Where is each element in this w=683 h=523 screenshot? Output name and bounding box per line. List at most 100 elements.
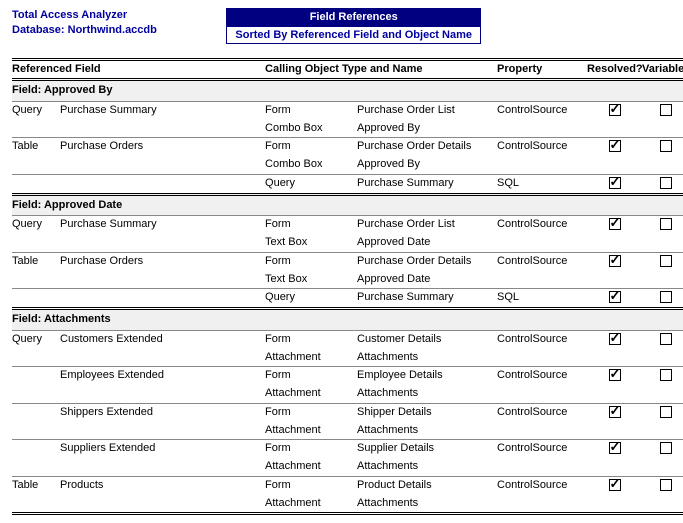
checkbox-icon [660, 291, 672, 303]
resolved-cell [587, 367, 642, 385]
calling-type: Form [265, 252, 357, 270]
variable-cell [642, 138, 683, 156]
table-row-sub: AttachmentAttachments [12, 385, 683, 403]
variable-cell [642, 216, 683, 234]
group-header-row: Field: Approved Date [12, 194, 683, 216]
property: ControlSource [497, 216, 587, 234]
checkbox-icon [609, 218, 621, 230]
col-referenced-field: Referenced Field [12, 60, 265, 80]
resolved-cell [587, 289, 642, 309]
calling-name: Shipper Details [357, 403, 497, 421]
ref-object [60, 289, 265, 309]
checkbox-icon [660, 333, 672, 345]
header-left: Total Access Analyzer Database: Northwin… [12, 8, 157, 39]
calling-name: Purchase Order List [357, 101, 497, 119]
report-header: Total Access Analyzer Database: Northwin… [12, 8, 671, 44]
variable-cell [642, 367, 683, 385]
report-title: Field References [226, 8, 481, 26]
table-row: Suppliers ExtendedFormSupplier DetailsCo… [12, 440, 683, 458]
property: SQL [497, 289, 587, 309]
ref-kind [12, 440, 60, 458]
variable-cell [642, 403, 683, 421]
table-row-sub: Text BoxApproved Date [12, 271, 683, 289]
ref-kind: Query [12, 216, 60, 234]
ref-kind: Table [12, 138, 60, 156]
table-row-sub: Combo BoxApproved By [12, 156, 683, 174]
ref-object: Employees Extended [60, 367, 265, 385]
ref-object: Purchase Orders [60, 252, 265, 270]
variable-cell [642, 476, 683, 494]
property: ControlSource [497, 440, 587, 458]
ref-object [60, 174, 265, 194]
table-row: TablePurchase OrdersFormPurchase Order D… [12, 138, 683, 156]
variable-cell [642, 289, 683, 309]
col-calling: Calling Object Type and Name [265, 60, 497, 80]
col-property: Property [497, 60, 587, 80]
checkbox-icon [609, 369, 621, 381]
calling-subtype: Text Box [265, 234, 357, 252]
calling-name-2: Attachments [357, 458, 497, 476]
group-title: Field: Approved By [12, 80, 683, 102]
col-resolved: Resolved? [587, 60, 642, 80]
calling-name: Supplier Details [357, 440, 497, 458]
ref-object: Customers Extended [60, 330, 265, 348]
calling-name-2: Attachments [357, 385, 497, 403]
report-subtitle: Sorted By Referenced Field and Object Na… [226, 26, 481, 44]
calling-name-2: Approved Date [357, 234, 497, 252]
ref-object: Purchase Summary [60, 101, 265, 119]
calling-subtype: Attachment [265, 422, 357, 440]
resolved-cell [587, 440, 642, 458]
resolved-cell [587, 252, 642, 270]
column-header-row: Referenced Field Calling Object Type and… [12, 60, 683, 80]
checkbox-icon [660, 406, 672, 418]
calling-subtype: Attachment [265, 349, 357, 367]
calling-name-2: Attachments [357, 349, 497, 367]
table-row-sub: Combo BoxApproved By [12, 120, 683, 138]
ref-object: Purchase Orders [60, 138, 265, 156]
calling-type: Form [265, 476, 357, 494]
checkbox-icon [609, 255, 621, 267]
checkbox-icon [660, 140, 672, 152]
calling-name: Purchase Summary [357, 174, 497, 194]
table-row: TablePurchase OrdersFormPurchase Order D… [12, 252, 683, 270]
calling-type: Form [265, 138, 357, 156]
calling-name: Product Details [357, 476, 497, 494]
group-title: Field: Approved Date [12, 194, 683, 216]
resolved-cell [587, 174, 642, 194]
checkbox-icon [609, 177, 621, 189]
table-row: TableProductsFormProduct DetailsControlS… [12, 476, 683, 494]
group-header-row: Field: Attachments [12, 309, 683, 331]
header-title-box: Field References Sorted By Referenced Fi… [226, 8, 481, 44]
calling-name: Customer Details [357, 330, 497, 348]
checkbox-icon [609, 442, 621, 454]
ref-kind [12, 403, 60, 421]
checkbox-icon [660, 479, 672, 491]
resolved-cell [587, 403, 642, 421]
property: ControlSource [497, 403, 587, 421]
database-label: Database: Northwind.accdb [12, 23, 157, 38]
report-table: Referenced Field Calling Object Type and… [12, 58, 683, 515]
ref-kind: Query [12, 101, 60, 119]
ref-object: Shippers Extended [60, 403, 265, 421]
checkbox-icon [660, 255, 672, 267]
variable-cell [642, 252, 683, 270]
ref-kind [12, 174, 60, 194]
variable-cell [642, 101, 683, 119]
table-row: Employees ExtendedFormEmployee DetailsCo… [12, 367, 683, 385]
variable-cell [642, 330, 683, 348]
calling-name: Purchase Order Details [357, 138, 497, 156]
table-row: QueryPurchase SummarySQL [12, 289, 683, 309]
table-row: QueryPurchase SummaryFormPurchase Order … [12, 101, 683, 119]
calling-name-2: Approved By [357, 156, 497, 174]
checkbox-icon [609, 333, 621, 345]
calling-name: Employee Details [357, 367, 497, 385]
calling-subtype: Attachment [265, 385, 357, 403]
property: ControlSource [497, 367, 587, 385]
checkbox-icon [609, 104, 621, 116]
ref-object: Suppliers Extended [60, 440, 265, 458]
checkbox-icon [660, 218, 672, 230]
checkbox-icon [660, 104, 672, 116]
calling-name: Purchase Order Details [357, 252, 497, 270]
checkbox-icon [609, 140, 621, 152]
variable-cell [642, 174, 683, 194]
